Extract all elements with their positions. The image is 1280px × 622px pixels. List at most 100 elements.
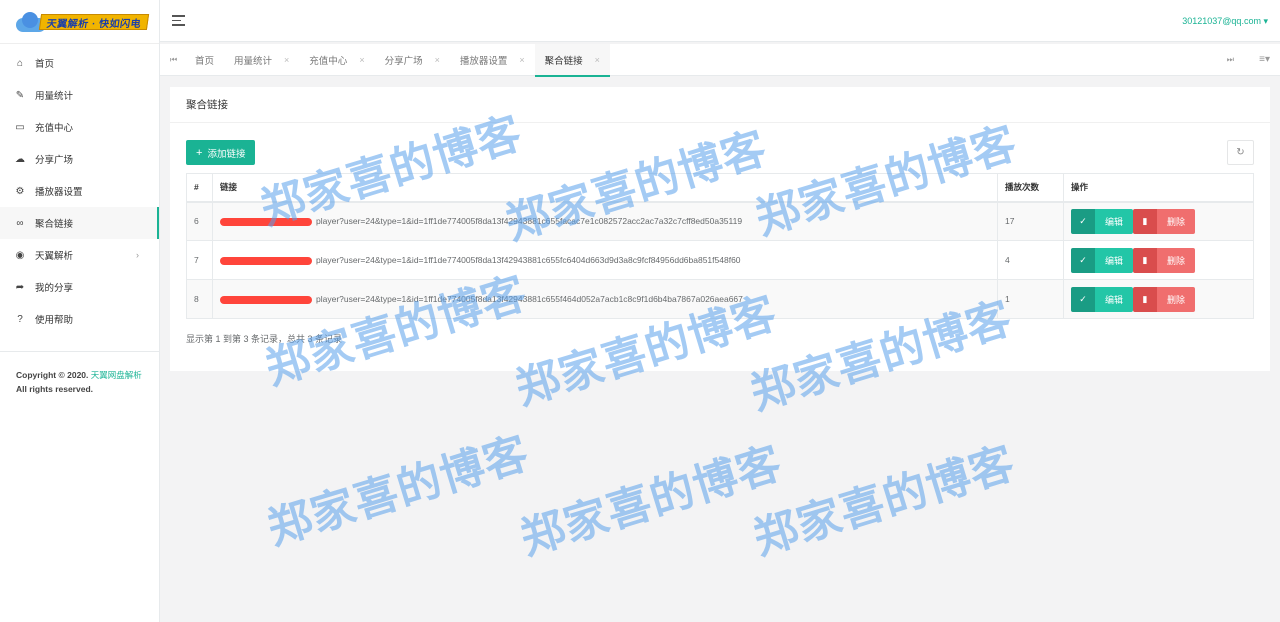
sidebar-item-share-plaza[interactable]: ☁ 分享广场 <box>0 143 159 175</box>
cell-actions: ✓ 编辑 ▮ 删除 <box>1063 201 1254 241</box>
tab-share-plaza[interactable]: 分享广场 × <box>375 44 450 76</box>
column-header-link[interactable]: 链接 <box>212 173 998 203</box>
watermark: 郑家喜的博客 <box>747 437 1021 566</box>
tab-close-icon[interactable]: × <box>595 55 600 65</box>
gear-icon: ⚙ <box>15 185 25 197</box>
tab-label: 聚合链接 <box>544 56 583 67</box>
tab-label: 充值中心 <box>309 56 348 67</box>
edit-button[interactable]: ✓ 编辑 <box>1071 208 1134 234</box>
sidebar-item-help[interactable]: ? 使用帮助 <box>0 303 159 335</box>
cell-plays: 17 <box>997 201 1064 241</box>
table-row: 8 player?user=24&type=1&id=1ff1de774005f… <box>186 279 1254 319</box>
sidebar-item-home[interactable]: ⌂ 首页 <box>0 47 159 79</box>
sidebar: 天翼解析 · 快如闪电 ⌂ 首页 ✎ 用量统计 ▭ 充值中心 ☁ 分享广场 ⚙ 播放器设置… <box>0 0 160 622</box>
tabs-menu-icon[interactable]: ≡▾ <box>1259 54 1270 65</box>
cell-actions: ✓ 编辑 ▮ 删除 <box>1063 240 1254 280</box>
column-header-plays[interactable]: 播放次数 <box>997 173 1064 203</box>
delete-label: 删除 <box>1157 247 1196 273</box>
tab-label: 播放器设置 <box>459 56 508 67</box>
cell-link: player?user=24&type=1&id=1ff1de774005f8d… <box>212 279 998 319</box>
refresh-button[interactable]: ↻ <box>1227 140 1254 165</box>
tab-recharge[interactable]: 充值中心 × <box>299 44 374 76</box>
redaction-mark <box>220 218 312 226</box>
edit-button[interactable]: ✓ 编辑 <box>1071 286 1134 312</box>
trash-icon: ▮ <box>1133 247 1158 273</box>
tab-close-icon[interactable]: × <box>359 55 364 65</box>
tab-label: 首页 <box>195 56 215 67</box>
question-icon: ? <box>17 313 23 325</box>
link-text: player?user=24&type=1&id=1ff1de774005f8d… <box>316 294 743 304</box>
cell-actions: ✓ 编辑 ▮ 删除 <box>1063 279 1254 319</box>
copyright-link[interactable]: 天翼网盘解析 <box>91 370 142 380</box>
edit-label: 编辑 <box>1095 247 1134 273</box>
add-link-button[interactable]: + 添加链接 <box>186 140 256 165</box>
tab-close-icon[interactable]: × <box>435 55 440 65</box>
tab-player-settings[interactable]: 播放器设置 × <box>450 44 535 76</box>
sidebar-item-tianyi-parse[interactable]: ◉ 天翼解析 › <box>0 239 159 271</box>
tab-close-icon[interactable]: × <box>284 55 289 65</box>
menu-toggle-icon[interactable] <box>172 15 185 29</box>
tab-aggregate-links[interactable]: 聚合链接 × <box>534 44 611 77</box>
cloud-icon: ☁ <box>15 153 25 165</box>
link-text: player?user=24&type=1&id=1ff1de774005f8d… <box>316 255 741 265</box>
add-link-label: 添加链接 <box>207 148 246 160</box>
logo-text: 天翼解析 · 快如闪电 <box>45 18 142 29</box>
delete-label: 删除 <box>1157 286 1196 312</box>
delete-button[interactable]: ▮ 删除 <box>1133 286 1196 312</box>
delete-button[interactable]: ▮ 删除 <box>1133 247 1196 273</box>
link-text: player?user=24&type=1&id=1ff1de774005f8d… <box>316 216 743 227</box>
sidebar-item-label: 我的分享 <box>35 283 74 294</box>
sidebar-item-label: 天翼解析 <box>35 251 74 262</box>
cell-id: 8 <box>186 279 213 319</box>
aggregate-links-panel: 聚合链接 + 添加链接 ↻ # 链接 播放次数 操作 6 player?user=… <box>170 87 1270 371</box>
column-header-id[interactable]: # <box>186 173 213 203</box>
sidebar-item-label: 充值中心 <box>35 123 74 134</box>
sidebar-item-label: 分享广场 <box>35 155 74 166</box>
tabs-scroll-left-icon[interactable]: ⏮ <box>170 55 177 65</box>
edit-button[interactable]: ✓ 编辑 <box>1071 247 1134 273</box>
copyright-rights: All rights reserved. <box>16 384 94 394</box>
sidebar-item-aggregate-links[interactable]: ∞ 聚合链接 <box>0 207 159 239</box>
cell-plays: 1 <box>997 279 1064 319</box>
redaction-mark <box>220 256 312 265</box>
delete-label: 删除 <box>1157 208 1196 234</box>
tab-usage[interactable]: 用量统计 × <box>224 44 299 76</box>
cell-link: player?user=24&type=1&id=1ff1de774005f8d… <box>212 201 998 241</box>
tab-close-icon[interactable]: × <box>519 55 524 65</box>
share-icon: ➦ <box>15 281 25 293</box>
copyright-prefix: Copyright © 2020. <box>16 370 89 380</box>
sidebar-item-label: 用量统计 <box>35 91 74 102</box>
trash-icon: ▮ <box>1133 286 1158 312</box>
top-bar: 30121037@qq.com ▾ <box>160 0 1280 42</box>
cell-plays: 4 <box>997 240 1064 280</box>
table-header-row: # 链接 播放次数 操作 <box>186 173 1254 203</box>
link-icon: ∞ <box>16 217 24 229</box>
panel-title: 聚合链接 <box>170 87 1270 123</box>
brand-logo[interactable]: 天翼解析 · 快如闪电 <box>0 0 159 44</box>
sidebar-item-usage[interactable]: ✎ 用量统计 <box>0 79 159 111</box>
palette-icon: ◉ <box>15 249 25 261</box>
check-circle-icon: ✓ <box>1071 286 1095 312</box>
user-menu[interactable]: 30121037@qq.com ▾ <box>1182 16 1268 27</box>
trash-icon: ▮ <box>1133 208 1158 234</box>
delete-button[interactable]: ▮ 删除 <box>1133 208 1196 234</box>
caret-down-icon: ▾ <box>1263 16 1268 26</box>
sidebar-item-recharge[interactable]: ▭ 充值中心 <box>0 111 159 143</box>
sidebar-nav: ⌂ 首页 ✎ 用量统计 ▭ 充值中心 ☁ 分享广场 ⚙ 播放器设置 ∞ 聚合链接 ◉ 天翼解析… <box>0 44 159 335</box>
home-icon: ⌂ <box>16 57 24 69</box>
check-circle-icon: ✓ <box>1071 208 1095 234</box>
pagination-info: 显示第 1 到第 3 条记录，总共 3 条记录 <box>186 334 343 344</box>
tabs-scroll-right-icon[interactable]: ⏭ <box>1227 55 1234 65</box>
user-email: 30121037@qq.com <box>1182 16 1261 26</box>
watermark: 郑家喜的博客 <box>514 437 788 566</box>
logo-banner: 天翼解析 · 快如闪电 <box>38 13 150 30</box>
tab-label: 用量统计 <box>234 56 273 67</box>
tab-home[interactable]: 首页 <box>185 44 224 76</box>
sidebar-item-my-shares[interactable]: ➦ 我的分享 <box>0 271 159 303</box>
table-row: 7 player?user=24&type=1&id=1ff1de774005f… <box>186 240 1254 280</box>
copyright: Copyright © 2020. 天翼网盘解析 All rights rese… <box>0 352 159 396</box>
sidebar-item-label: 使用帮助 <box>35 315 74 326</box>
sidebar-item-player-settings[interactable]: ⚙ 播放器设置 <box>0 175 159 207</box>
cell-id: 6 <box>186 201 213 241</box>
refresh-icon: ↻ <box>1236 147 1245 158</box>
